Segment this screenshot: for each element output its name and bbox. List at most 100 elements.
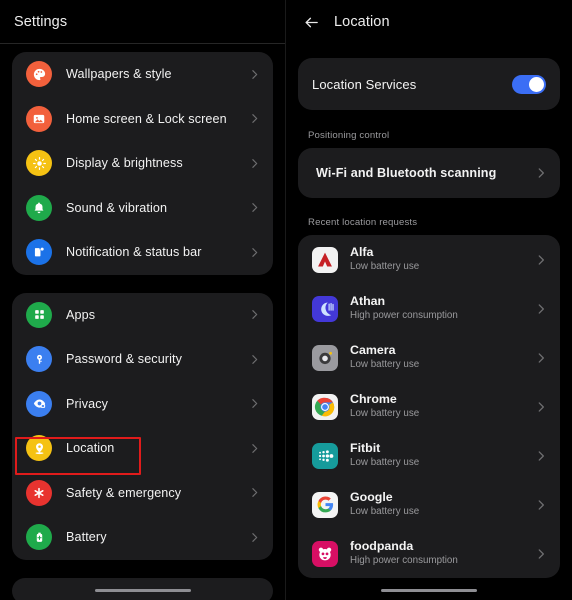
chevron-right-icon — [534, 400, 548, 414]
sidebar-item-wallpapers-style[interactable]: Wallpapers & style — [12, 52, 273, 97]
chevron-right-icon — [534, 547, 548, 561]
chevron-right-icon — [534, 351, 548, 365]
chevron-right-icon — [248, 246, 261, 259]
chevron-right-icon — [248, 157, 261, 170]
app-status: Low battery use — [350, 261, 420, 273]
location-icon — [26, 435, 52, 462]
positioning-control-section-label: Positioning control — [308, 130, 390, 141]
sidebar-item-label: Privacy — [66, 396, 108, 411]
asterisk-icon — [26, 479, 52, 506]
app-text: Fitbit Low battery use — [350, 441, 534, 470]
battery-icon — [26, 524, 52, 551]
camera-icon — [312, 344, 338, 371]
app-name: Athan — [350, 293, 386, 308]
sidebar-item-label: Location — [66, 441, 115, 456]
chevron-right-icon — [534, 449, 548, 463]
bell-icon — [26, 194, 52, 221]
location-page-title: Location — [334, 14, 390, 30]
list-item[interactable]: Athan High power consumption — [298, 284, 560, 333]
toggle-knob — [529, 76, 544, 92]
grid-icon — [26, 301, 52, 328]
athan-icon — [312, 295, 338, 322]
list-item[interactable]: Chrome Low battery use — [298, 382, 560, 431]
app-text: foodpanda High power consumption — [350, 539, 534, 568]
image-icon — [26, 105, 52, 132]
chevron-right-icon — [248, 486, 261, 499]
alfa-icon — [312, 246, 338, 273]
chevron-right-icon — [248, 68, 261, 81]
positioning-control-card: Wi-Fi and Bluetooth scanning — [298, 148, 560, 198]
app-text: Chrome Low battery use — [350, 392, 534, 421]
dual-panel-screenshot: Settings Wallpapers & style Home screen … — [0, 0, 572, 600]
app-text: Athan High power consumption — [350, 294, 534, 323]
sidebar-item-sound-vibration[interactable]: Sound & vibration — [12, 186, 273, 231]
back-arrow-icon[interactable] — [300, 11, 322, 33]
sidebar-item-privacy[interactable]: Privacy — [12, 382, 273, 427]
foodpanda-icon — [312, 540, 338, 567]
chevron-right-icon — [248, 531, 261, 544]
app-status: High power consumption — [350, 310, 458, 322]
sidebar-item-password-security[interactable]: Password & security — [12, 337, 273, 382]
fitbit-icon — [312, 442, 338, 469]
brightness-icon — [26, 150, 52, 177]
chevron-right-icon — [534, 498, 548, 512]
app-text: Alfa Low battery use — [350, 245, 534, 274]
sidebar-item-notification-status-bar[interactable]: Notification & status bar — [12, 230, 273, 275]
chevron-right-icon — [248, 201, 261, 214]
app-name: Camera — [350, 342, 396, 357]
app-status: High power consumption — [350, 555, 458, 567]
chrome-icon — [312, 393, 338, 420]
recent-requests-section-label: Recent location requests — [308, 217, 418, 228]
app-name: Fitbit — [350, 440, 381, 455]
privacy-icon — [26, 390, 52, 417]
home-indicator[interactable] — [94, 588, 191, 592]
sidebar-item-label: Battery — [66, 530, 107, 545]
list-item[interactable]: foodpanda High power consumption — [298, 529, 560, 578]
chevron-right-icon — [248, 112, 261, 125]
home-indicator[interactable] — [381, 588, 477, 592]
list-item[interactable]: Google Low battery use — [298, 480, 560, 529]
page-title: Settings — [14, 13, 68, 30]
wifi-bluetooth-scanning-row[interactable]: Wi-Fi and Bluetooth scanning — [298, 148, 560, 198]
sidebar-item-label: Home screen & Lock screen — [66, 111, 227, 126]
sidebar-item-label: Sound & vibration — [66, 200, 168, 215]
sidebar-item-label: Apps — [66, 307, 96, 322]
location-services-toggle[interactable] — [512, 74, 546, 94]
recent-location-requests-card: Alfa Low battery use Athan High power co… — [298, 235, 560, 578]
chevron-right-icon — [248, 308, 261, 321]
sidebar-item-label: Safety & emergency — [66, 485, 182, 500]
chevron-right-icon — [534, 253, 548, 267]
location-services-row[interactable]: Location Services — [298, 58, 560, 110]
sidebar-item-label: Display & brightness — [66, 156, 183, 171]
app-status: Low battery use — [350, 408, 420, 420]
location-services-label: Location Services — [312, 76, 417, 92]
sidebar-item-home-lock-screen[interactable]: Home screen & Lock screen — [12, 97, 273, 142]
app-name: Chrome — [350, 391, 397, 406]
list-item[interactable]: Camera Low battery use — [298, 333, 560, 382]
app-text: Google Low battery use — [350, 490, 534, 519]
sidebar-item-safety-emergency[interactable]: Safety & emergency — [12, 471, 273, 516]
app-status: Low battery use — [350, 506, 420, 518]
notification-icon — [26, 239, 52, 266]
list-item[interactable]: Alfa Low battery use — [298, 235, 560, 284]
palette-icon — [26, 61, 52, 88]
location-panel: Location Location Services Positioning c… — [286, 0, 572, 600]
wifi-bluetooth-scanning-label: Wi-Fi and Bluetooth scanning — [316, 166, 497, 180]
sidebar-item-label: Password & security — [66, 352, 182, 367]
app-name: foodpanda — [350, 538, 414, 553]
sidebar-item-apps[interactable]: Apps — [12, 293, 273, 338]
settings-header: Settings — [0, 0, 285, 44]
sidebar-item-display-brightness[interactable]: Display & brightness — [12, 141, 273, 186]
list-item[interactable]: Fitbit Low battery use — [298, 431, 560, 480]
location-services-card: Location Services — [298, 58, 560, 110]
settings-panel: Settings Wallpapers & style Home screen … — [0, 0, 286, 600]
app-name: Google — [350, 489, 393, 504]
chevron-right-icon — [534, 166, 548, 180]
sidebar-item-battery[interactable]: Battery — [12, 515, 273, 560]
chevron-right-icon — [248, 442, 261, 455]
system-group-card: Apps Password & security Privacy Locatio… — [12, 292, 273, 560]
google-icon — [312, 491, 338, 518]
sidebar-item-location[interactable]: Location — [12, 426, 273, 471]
app-text: Camera Low battery use — [350, 343, 534, 372]
chevron-right-icon — [248, 397, 261, 410]
